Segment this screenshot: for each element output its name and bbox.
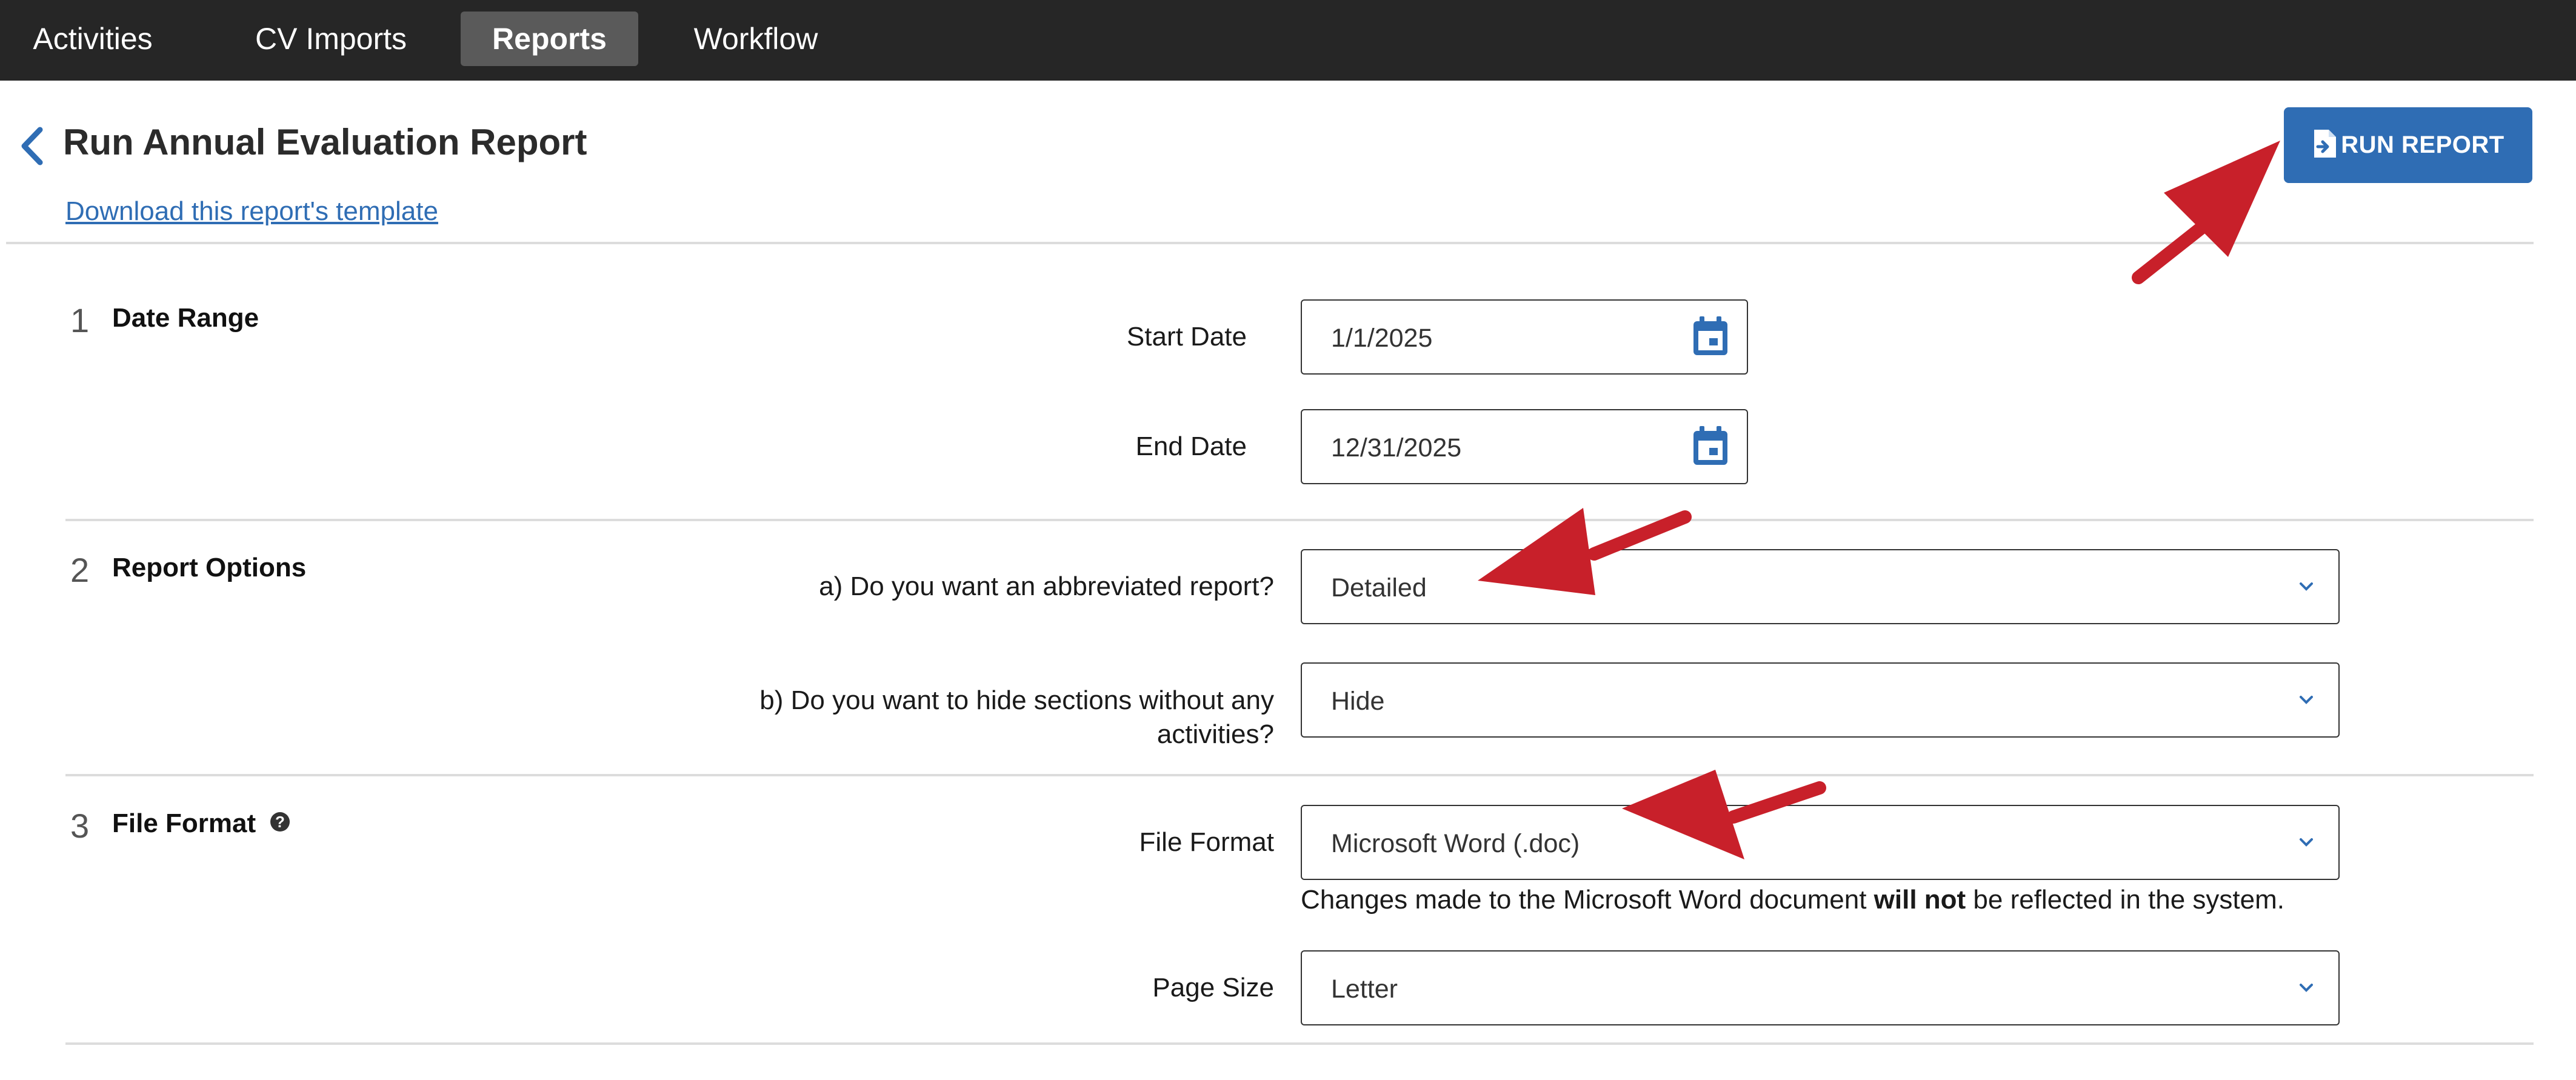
chevron-down-icon	[2300, 984, 2313, 992]
section-number: 3	[70, 807, 90, 845]
hide-sections-label-line2: activities?	[1156, 719, 1274, 749]
file-format-select[interactable]: Microsoft Word (.doc)	[1301, 805, 2340, 880]
calendar-icon[interactable]	[1691, 315, 1730, 358]
section-number: 1	[70, 301, 90, 339]
abbreviated-report-select[interactable]: Detailed	[1301, 549, 2340, 624]
download-template-link[interactable]: Download this report's template	[65, 196, 438, 227]
page-size-select[interactable]: Letter	[1301, 950, 2340, 1025]
run-report-label: RUN REPORT	[2341, 132, 2504, 158]
annotation-arrow	[2132, 141, 2280, 284]
section-divider	[65, 774, 2534, 776]
abbreviated-report-value: Detailed	[1331, 573, 1427, 602]
help-icon[interactable]: ?	[270, 812, 290, 832]
hide-sections-label: b) Do you want to hide sections without …	[759, 684, 1274, 752]
start-date-input[interactable]: 1/1/2025	[1301, 299, 1748, 375]
chevron-down-icon	[2300, 582, 2313, 591]
section-divider	[65, 519, 2534, 521]
note-text: Changes made to the Microsoft Word docum…	[1301, 885, 1874, 915]
hide-sections-select[interactable]: Hide	[1301, 662, 2340, 738]
chevron-down-icon	[2300, 838, 2313, 847]
tab-reports[interactable]: Reports	[461, 12, 638, 66]
abbreviated-report-label: a) Do you want an abbreviated report?	[819, 572, 1274, 601]
page-size-value: Letter	[1331, 975, 1398, 1004]
page-size-label: Page Size	[1152, 973, 1274, 1002]
page-title: Run Annual Evaluation Report	[63, 122, 587, 162]
start-date-label: Start Date	[1126, 322, 1247, 352]
section-title-file-format: File Format	[112, 808, 256, 838]
run-report-button[interactable]: RUN REPORT	[2284, 107, 2532, 183]
header-divider	[6, 242, 2534, 244]
file-format-note: Changes made to the Microsoft Word docum…	[1301, 885, 2284, 915]
calendar-icon[interactable]	[1691, 425, 1730, 467]
hide-sections-value: Hide	[1331, 687, 1385, 716]
section-title-date-range: Date Range	[112, 303, 259, 333]
section-title-report-options: Report Options	[112, 553, 307, 582]
tab-workflow[interactable]: Workflow	[674, 12, 838, 66]
back-chevron-icon[interactable]	[17, 126, 47, 166]
chevron-down-icon	[2300, 696, 2313, 704]
file-format-value: Microsoft Word (.doc)	[1331, 829, 1580, 858]
section-divider	[65, 1042, 2534, 1045]
top-nav: Activities CV Imports Reports Workflow	[0, 0, 2576, 81]
start-date-value: 1/1/2025	[1331, 324, 1433, 353]
end-date-value: 12/31/2025	[1331, 433, 1462, 462]
end-date-input[interactable]: 12/31/2025	[1301, 409, 1748, 484]
file-format-label: File Format	[1139, 827, 1274, 857]
tab-cv-imports[interactable]: CV Imports	[234, 12, 428, 66]
note-text: be reflected in the system.	[1966, 885, 2284, 915]
note-emphasis: will not	[1874, 885, 1966, 915]
section-number: 2	[70, 551, 90, 589]
report-file-icon	[2314, 130, 2337, 158]
end-date-label: End Date	[1135, 432, 1247, 461]
tab-activities[interactable]: Activities	[17, 12, 169, 66]
hide-sections-label-line1: b) Do you want to hide sections without …	[759, 685, 1274, 715]
